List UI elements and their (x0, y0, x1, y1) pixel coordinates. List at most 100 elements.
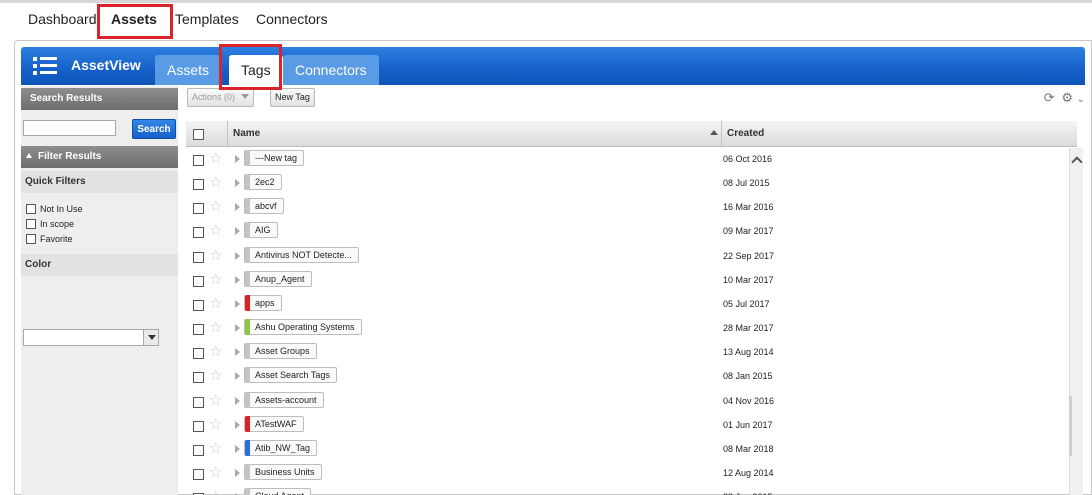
row-checkbox[interactable] (193, 179, 204, 191)
tag-chip[interactable]: apps (244, 294, 282, 311)
star-icon[interactable]: ☆ (209, 367, 222, 385)
new-tag-button[interactable]: New Tag (270, 88, 315, 107)
expand-icon[interactable] (235, 203, 240, 212)
row-checkbox[interactable] (193, 251, 204, 263)
table-row[interactable]: ☆ Antivirus NOT Detecte... 22 Sep 2017 (186, 245, 1069, 269)
column-header-created[interactable]: Created (727, 128, 764, 139)
table-row[interactable]: ☆ Asset Groups 13 Aug 2014 (186, 341, 1069, 365)
expand-icon[interactable] (235, 299, 240, 308)
expand-icon[interactable] (235, 468, 240, 477)
row-checkbox[interactable] (193, 420, 204, 432)
expand-icon[interactable] (235, 372, 240, 381)
star-icon[interactable]: ☆ (209, 416, 222, 434)
table-row[interactable]: ☆ 2ec2 08 Jul 2015 (186, 172, 1069, 196)
table-row[interactable]: ☆ Business Units 12 Aug 2014 (186, 462, 1069, 486)
scroll-up-icon[interactable] (1071, 156, 1083, 168)
table-row[interactable]: ☆ Anup_Agent 10 Mar 2017 (186, 269, 1069, 293)
checkbox[interactable] (26, 204, 36, 214)
tag-chip[interactable]: Asset Search Tags (244, 367, 337, 384)
star-icon[interactable]: ☆ (209, 174, 222, 192)
tag-chip[interactable]: Cloud Agent (244, 488, 312, 495)
table-row[interactable]: ☆ Atib_NW_Tag 08 Mar 2018 (186, 438, 1069, 462)
tab-assets[interactable]: Assets (155, 55, 222, 85)
row-checkbox[interactable] (193, 324, 204, 336)
refresh-icon[interactable]: ⟳ (1044, 90, 1055, 105)
tag-chip[interactable]: Antivirus NOT Detecte... (244, 246, 359, 263)
menu-icon[interactable] (33, 56, 57, 76)
table-row[interactable]: ☆ Asset Search Tags 08 Jan 2015 (186, 365, 1069, 389)
search-input[interactable] (23, 120, 116, 136)
table-row[interactable]: ☆ apps 05 Jul 2017 (186, 293, 1069, 317)
star-icon[interactable]: ☆ (209, 271, 222, 289)
star-icon[interactable]: ☆ (209, 198, 222, 216)
expand-icon[interactable] (235, 420, 240, 429)
row-checkbox[interactable] (193, 299, 204, 311)
select-all-checkbox[interactable] (193, 129, 204, 140)
tag-chip[interactable]: AIG (244, 222, 278, 239)
tag-chip[interactable]: Anup_Agent (244, 270, 312, 287)
tag-chip[interactable]: ATestWAF (244, 415, 304, 432)
star-icon[interactable]: ☆ (209, 464, 222, 482)
table-row[interactable]: ☆ AIG 09 Mar 2017 (186, 220, 1069, 244)
star-icon[interactable]: ☆ (209, 440, 222, 458)
nav-connectors[interactable]: Connectors (256, 11, 328, 27)
star-icon[interactable]: ☆ (209, 343, 222, 361)
search-button[interactable]: Search (132, 119, 176, 139)
nav-templates[interactable]: Templates (175, 11, 239, 27)
filter-not-in-use[interactable]: Not In Use (26, 203, 83, 216)
row-checkbox[interactable] (193, 203, 204, 215)
tag-chip[interactable]: Atib_NW_Tag (244, 439, 318, 456)
actions-dropdown[interactable]: Actions (0) (187, 88, 254, 107)
checkbox[interactable] (26, 234, 36, 244)
table-row[interactable]: ☆ ---New tag 06 Oct 2016 (186, 148, 1069, 172)
row-checkbox[interactable] (193, 372, 204, 384)
tag-chip[interactable]: 2ec2 (244, 174, 282, 191)
expand-icon[interactable] (235, 155, 240, 163)
expand-icon[interactable] (235, 444, 240, 453)
star-icon[interactable]: ☆ (209, 222, 222, 240)
tab-connectors[interactable]: Connectors (283, 55, 379, 85)
expand-icon[interactable] (235, 348, 240, 357)
expand-icon[interactable] (235, 275, 240, 284)
gear-icon[interactable]: ⚙ (1061, 90, 1073, 105)
table-row[interactable]: ☆ Assets-account 04 Nov 2016 (186, 390, 1069, 414)
nav-dashboard[interactable]: Dashboard (28, 11, 97, 27)
star-icon[interactable]: ☆ (209, 319, 222, 337)
row-checkbox[interactable] (193, 468, 204, 480)
row-checkbox[interactable] (193, 275, 204, 287)
row-checkbox[interactable] (193, 396, 204, 408)
column-header-name[interactable]: Name (233, 128, 260, 139)
color-select[interactable] (23, 329, 159, 346)
table-row[interactable]: ☆ ATestWAF 01 Jun 2017 (186, 414, 1069, 438)
star-icon[interactable]: ☆ (209, 392, 222, 410)
expand-icon[interactable] (235, 227, 240, 236)
star-icon[interactable]: ☆ (209, 295, 222, 313)
filter-in-scope[interactable]: In scope (26, 218, 74, 231)
star-icon[interactable]: ☆ (209, 247, 222, 265)
chevron-down-icon[interactable]: ⌄ (1077, 94, 1085, 105)
expand-icon[interactable] (235, 179, 240, 188)
row-checkbox[interactable] (193, 348, 204, 360)
expand-icon[interactable] (235, 324, 240, 333)
tag-chip[interactable]: abcvf (244, 198, 284, 215)
table-row[interactable]: ☆ Ashu Operating Systems 28 Mar 2017 (186, 317, 1069, 341)
table-row[interactable]: ☆Cloud Agent22 Jun 2015 (186, 486, 1069, 495)
row-checkbox[interactable] (193, 155, 204, 166)
expand-icon[interactable] (235, 396, 240, 405)
tag-chip[interactable]: Business Units (244, 463, 322, 480)
star-icon[interactable]: ☆ (209, 488, 222, 495)
tag-chip[interactable]: Ashu Operating Systems (244, 319, 362, 336)
table-row[interactable]: ☆ abcvf 16 Mar 2016 (186, 196, 1069, 220)
checkbox[interactable] (26, 219, 36, 229)
expand-icon[interactable] (235, 251, 240, 260)
chevron-down-icon[interactable] (143, 330, 158, 345)
row-checkbox[interactable] (193, 227, 204, 239)
filter-favorite[interactable]: Favorite (26, 233, 73, 246)
outer-scrollbar[interactable] (1069, 396, 1072, 456)
star-icon[interactable]: ☆ (209, 150, 222, 168)
row-checkbox[interactable] (193, 444, 204, 456)
tag-chip[interactable]: Assets-account (244, 391, 324, 408)
filter-results-header[interactable]: Filter Results (21, 146, 178, 168)
tag-chip[interactable]: Asset Groups (244, 343, 317, 360)
tag-chip[interactable]: ---New tag (244, 150, 305, 166)
